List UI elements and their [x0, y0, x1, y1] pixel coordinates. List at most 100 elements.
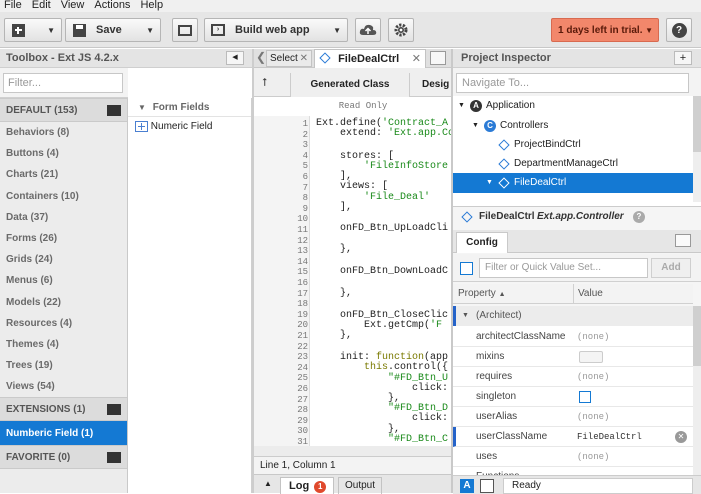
- category-item[interactable]: Data (37): [0, 207, 127, 228]
- tree-node-controllers[interactable]: ▼ C Controllers: [453, 116, 693, 136]
- category-item[interactable]: Buttons (4): [0, 143, 127, 164]
- toolbox-filter-input[interactable]: Filter...: [3, 73, 123, 93]
- design-tab[interactable]: Desig: [422, 73, 452, 97]
- menu-file[interactable]: File: [4, 0, 22, 12]
- property-row-architectclassname[interactable]: architectClassName (none): [453, 327, 693, 347]
- value-column-header[interactable]: Value: [573, 284, 603, 304]
- preview-button[interactable]: [172, 18, 198, 42]
- property-column-header[interactable]: Property ▲: [458, 284, 506, 305]
- menu-help[interactable]: Help: [140, 0, 163, 12]
- category-item[interactable]: Resources (4): [0, 313, 127, 334]
- window-icon: [178, 24, 192, 36]
- add-config-button[interactable]: Add: [651, 258, 691, 278]
- property-value[interactable]: (none): [577, 447, 609, 467]
- expand-icon: ▼: [462, 312, 469, 319]
- settings-button[interactable]: [388, 18, 414, 42]
- tab-list-icon[interactable]: [430, 51, 446, 65]
- property-value[interactable]: FileDealCtrl: [577, 427, 642, 447]
- category-item[interactable]: Grids (24): [0, 249, 127, 270]
- property-row-functions[interactable]: Functions: [453, 467, 693, 475]
- category-item[interactable]: Views (54): [0, 376, 127, 397]
- toggle-view-icon[interactable]: [480, 479, 494, 493]
- collapse-left-button[interactable]: ◀: [226, 51, 244, 65]
- tab-active-label: FileDealCtrl: [338, 53, 400, 65]
- category-item[interactable]: Containers (10): [0, 186, 127, 207]
- tree-scrollbar[interactable]: [693, 96, 701, 202]
- favorite-category-header[interactable]: FAVORITE (0): [0, 445, 127, 470]
- code-line: this.control({: [364, 362, 449, 373]
- category-item[interactable]: Forms (26): [0, 228, 127, 249]
- save-button[interactable]: Save ▼: [65, 18, 161, 42]
- collapse-log-icon[interactable]: ▲: [264, 479, 272, 488]
- menu-actions[interactable]: Actions: [94, 0, 130, 12]
- build-web-app-button[interactable]: › Build web app ▼: [204, 18, 348, 42]
- panel-menu-icon[interactable]: [675, 234, 691, 247]
- category-item[interactable]: Trees (19): [0, 355, 127, 376]
- collapse-category-icon[interactable]: [107, 105, 121, 116]
- add-button[interactable]: +: [674, 51, 692, 65]
- code-editor[interactable]: 1 2 3 4 5 6 7 8 9 10 11 12 13 14 15 16 17 18 19 20 21 22 23 24 2…: [254, 116, 452, 446]
- selected-class-type: Ext.app.Controller: [537, 211, 624, 222]
- singleton-checkbox[interactable]: [579, 391, 591, 403]
- form-fields-header[interactable]: ▼ Form Fields: [128, 98, 251, 117]
- tab-filedealctrl[interactable]: FileDealCtrl ✕: [314, 49, 426, 68]
- property-value[interactable]: (none): [577, 327, 609, 347]
- category-item[interactable]: Menus (6): [0, 270, 127, 291]
- property-name: singleton: [476, 391, 517, 402]
- save-label: Save: [96, 24, 122, 36]
- category-item[interactable]: Behaviors (8): [0, 122, 127, 143]
- add-favorite-icon[interactable]: [107, 452, 121, 464]
- close-icon[interactable]: ✕: [300, 51, 308, 67]
- numeric-field-item[interactable]: Numeric Field: [135, 119, 212, 135]
- tree-node-application[interactable]: ▼ A Application: [453, 96, 693, 116]
- property-row-mixins[interactable]: mixins: [453, 347, 693, 367]
- property-row-uses[interactable]: uses (none): [453, 447, 693, 467]
- generated-class-tab[interactable]: Generated Class: [290, 73, 410, 97]
- collapse-category-icon[interactable]: [107, 404, 121, 416]
- architect-mode-icon[interactable]: A: [460, 479, 474, 493]
- menu-view[interactable]: View: [61, 0, 85, 12]
- edit-mixins-icon[interactable]: [579, 351, 603, 363]
- log-tab[interactable]: Log 1: [280, 477, 334, 494]
- category-item[interactable]: Themes (4): [0, 334, 127, 355]
- deploy-button[interactable]: [355, 18, 381, 42]
- tree-node-departmentmanagectrl[interactable]: DepartmentManageCtrl: [453, 154, 693, 174]
- editor-hscroll[interactable]: [254, 446, 452, 456]
- help-button[interactable]: ?: [666, 18, 692, 42]
- menu-edit[interactable]: Edit: [32, 0, 51, 12]
- property-row-userclassname[interactable]: userClassName FileDealCtrl ✕: [453, 427, 693, 447]
- category-item[interactable]: Charts (21): [0, 164, 127, 185]
- clear-value-icon[interactable]: ✕: [675, 431, 687, 443]
- code-line: },: [316, 244, 353, 255]
- select-all-checkbox[interactable]: [460, 262, 473, 275]
- quick-value-filter-input[interactable]: Filter or Quick Value Set...: [479, 258, 648, 278]
- navigate-to-input[interactable]: Navigate To...: [456, 73, 689, 93]
- help-icon[interactable]: ?: [633, 211, 645, 223]
- new-button[interactable]: ▼: [4, 18, 62, 42]
- extensions-category-header[interactable]: EXTENSIONS (1): [0, 397, 127, 422]
- output-tab[interactable]: Output: [338, 477, 382, 494]
- tab-scroll-left[interactable]: ❮: [256, 50, 266, 64]
- close-icon[interactable]: ✕: [412, 50, 421, 68]
- property-row-singleton[interactable]: singleton: [453, 387, 693, 407]
- property-name: userAlias: [476, 411, 518, 422]
- tab-select[interactable]: Select ✕: [266, 50, 312, 67]
- tree-node-projectbindctrl[interactable]: ProjectBindCtrl: [453, 135, 693, 155]
- property-row-useralias[interactable]: userAlias (none): [453, 407, 693, 427]
- default-header-label: DEFAULT (153): [6, 105, 78, 116]
- property-grid-scrollbar[interactable]: [693, 306, 701, 475]
- line-number: 9: [302, 203, 308, 214]
- property-value[interactable]: (none): [577, 367, 609, 387]
- cursor-position: Line 1, Column 1: [260, 460, 336, 471]
- default-category-header[interactable]: DEFAULT (153): [0, 98, 127, 122]
- form-fields-panel: ▼ Form Fields Numeric Field: [128, 98, 252, 493]
- tab-config[interactable]: Config: [456, 232, 508, 253]
- jump-up-icon[interactable]: ⭡: [262, 77, 267, 90]
- property-value[interactable]: (none): [577, 407, 609, 427]
- category-item[interactable]: Models (22): [0, 292, 127, 313]
- tree-node-filedealctrl[interactable]: ▼ FileDealCtrl: [453, 173, 693, 193]
- trial-button[interactable]: 1 days left in trial. ▼: [551, 18, 659, 42]
- group-architect[interactable]: ▼ (Architect): [453, 306, 693, 326]
- numeric-field-selected-item[interactable]: Numberic Field (1): [0, 421, 127, 446]
- property-row-requires[interactable]: requires (none): [453, 367, 693, 387]
